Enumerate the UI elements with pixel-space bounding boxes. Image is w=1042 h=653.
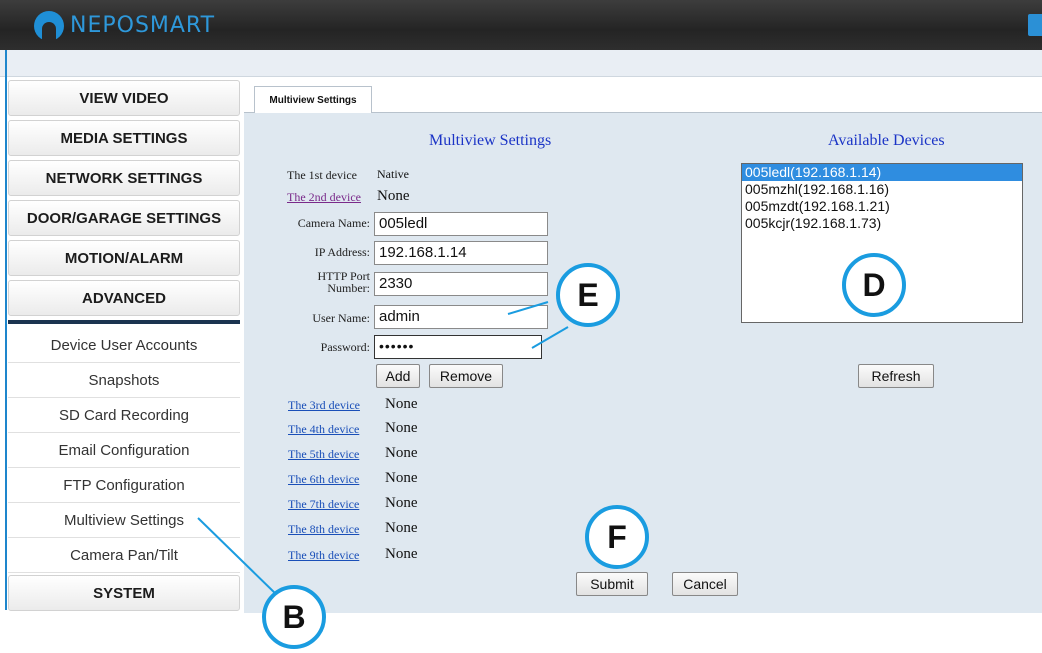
callout-d: D [842,253,906,317]
callout-lines [197,301,569,597]
callout-b: B [262,585,326,649]
callout-e: E [556,263,620,327]
callout-line-e1 [507,301,549,315]
callout-line-b [197,517,279,597]
callout-f: F [585,505,649,569]
callout-line-e2 [531,326,569,349]
